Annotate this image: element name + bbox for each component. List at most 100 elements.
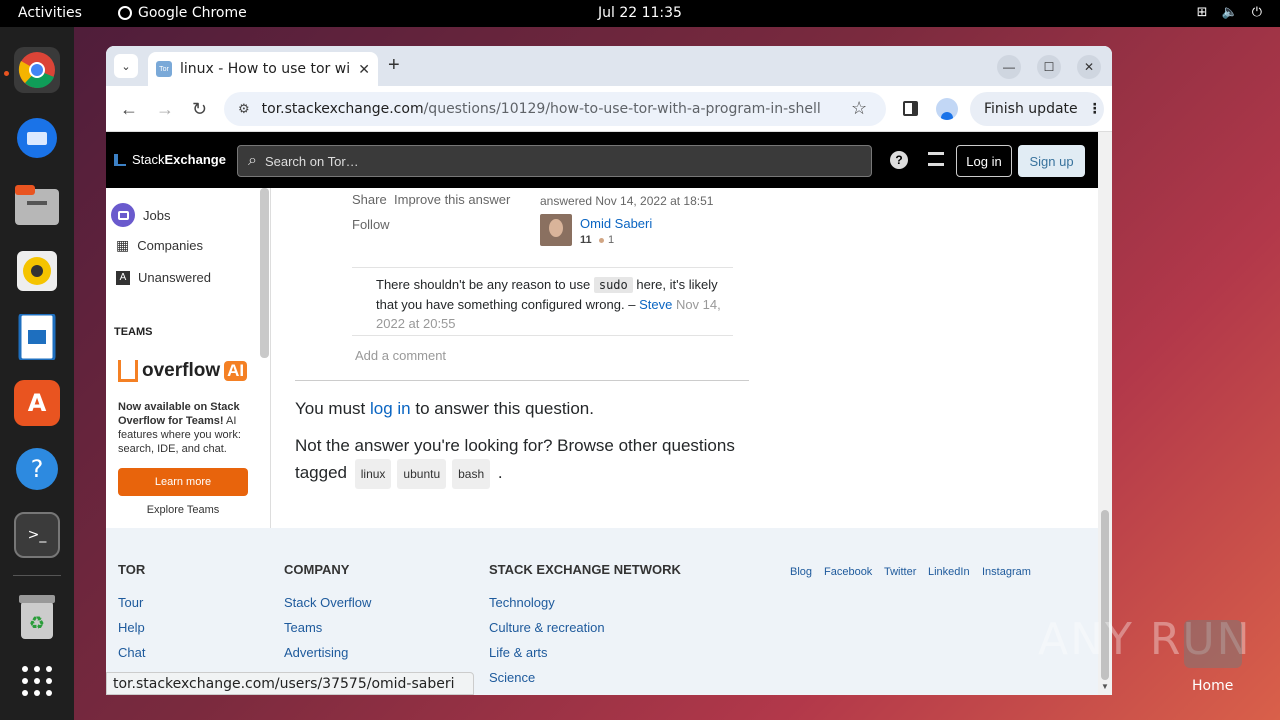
dock: A ? >_ ♻ xyxy=(0,27,74,720)
signup-button[interactable]: Sign up xyxy=(1018,145,1085,177)
app-menu[interactable]: Google Chrome xyxy=(118,5,247,21)
user-avatar[interactable] xyxy=(540,214,572,246)
stackexchange-header: StackExchange ⌕ Search on Tor… ? Log in … xyxy=(106,132,1098,188)
tab-search-button[interactable]: ⌄ xyxy=(114,54,138,78)
footer-link-stack-overflow[interactable]: Stack Overflow xyxy=(284,595,371,610)
share-link[interactable]: Share xyxy=(352,192,387,207)
chevron-down-icon: ⌄ xyxy=(121,60,131,73)
home-folder-icon[interactable] xyxy=(1184,620,1242,668)
logo-text-b: Exchange xyxy=(164,152,226,167)
chrome-icon[interactable] xyxy=(14,47,60,93)
site-switcher-icon[interactable] xyxy=(928,152,944,166)
thunderbird-icon[interactable] xyxy=(14,115,60,161)
learn-more-button[interactable]: Learn more xyxy=(118,468,248,496)
close-window-button[interactable]: ✕ xyxy=(1077,55,1101,79)
rhythmbox-icon[interactable] xyxy=(14,248,60,294)
help-circle-icon[interactable]: ? xyxy=(890,151,908,169)
footer-link-life-arts[interactable]: Life & arts xyxy=(489,645,548,660)
ai-badge: AI xyxy=(224,361,248,381)
tag-bash[interactable]: bash xyxy=(452,459,491,489)
briefcase-icon xyxy=(111,203,135,227)
kebab-menu-icon[interactable]: ⋮ xyxy=(1088,101,1102,117)
footer-link-help[interactable]: Help xyxy=(118,620,145,635)
maximize-button[interactable]: ☐ xyxy=(1037,55,1061,79)
trash-icon[interactable]: ♻ xyxy=(14,594,60,640)
search-input[interactable]: ⌕ Search on Tor… xyxy=(237,145,872,177)
comment-code: sudo xyxy=(593,277,633,293)
footer-link-culture[interactable]: Culture & recreation xyxy=(489,620,605,635)
page-content: Jobs ▦ Companies A Unanswered TEAMS over… xyxy=(106,188,1098,695)
footer-link-teams[interactable]: Teams xyxy=(284,620,322,635)
app-name: Google Chrome xyxy=(138,5,247,21)
home-desktop-label: Home xyxy=(1192,678,1234,694)
writer-icon[interactable] xyxy=(14,314,60,360)
sidebar-scrollbar[interactable] xyxy=(260,188,269,358)
improve-answer-link[interactable]: Improve this answer xyxy=(394,192,510,207)
bronze-badge-icon xyxy=(599,238,604,243)
tag-linux[interactable]: linux xyxy=(354,459,392,489)
comment-user-link[interactable]: Steve xyxy=(639,297,672,312)
footer-social-linkedin[interactable]: LinkedIn xyxy=(928,566,970,578)
footer-link-chat[interactable]: Chat xyxy=(118,645,145,660)
url-host: tor.stackexchange.com xyxy=(261,101,424,117)
login-button[interactable]: Log in xyxy=(956,145,1012,177)
footer-social-blog[interactable]: Blog xyxy=(790,566,812,578)
files-icon[interactable] xyxy=(14,182,60,228)
sidebar-item-jobs[interactable]: Jobs xyxy=(111,203,170,227)
site-info-icon[interactable]: ⚙ xyxy=(238,102,250,117)
activities-button[interactable]: Activities xyxy=(18,5,82,21)
teams-promo-text: Now available on Stack Overflow for Team… xyxy=(118,400,254,456)
reload-button[interactable]: ↻ xyxy=(192,99,207,120)
new-tab-button[interactable]: + xyxy=(388,54,400,77)
footer-link-advertising[interactable]: Advertising xyxy=(284,645,348,660)
system-tray[interactable]: ⊞ 🔈 ⏻ xyxy=(1197,5,1262,20)
terminal-icon[interactable]: >_ xyxy=(14,512,60,558)
add-comment-link[interactable]: Add a comment xyxy=(355,348,446,363)
svg-text:♻: ♻ xyxy=(29,613,45,634)
section-divider xyxy=(295,380,749,381)
logo-text-a: Stack xyxy=(132,152,165,167)
forward-button[interactable]: → xyxy=(156,99,174,120)
footer-social-twitter[interactable]: Twitter xyxy=(884,566,916,578)
stack-logo-icon xyxy=(118,360,138,382)
page-scrollbar[interactable]: ▼ xyxy=(1098,132,1112,695)
footer-link-technology[interactable]: Technology xyxy=(489,595,555,610)
dock-separator xyxy=(13,575,61,576)
finish-update-button[interactable]: Finish update ⋮ xyxy=(970,92,1104,126)
back-button[interactable]: ← xyxy=(120,99,138,120)
svg-text:?: ? xyxy=(31,455,44,483)
overflow-ai-logo: overflow AI xyxy=(118,360,248,382)
show-apps-icon[interactable] xyxy=(14,658,60,704)
explore-teams-link[interactable]: Explore Teams xyxy=(118,504,248,516)
address-bar[interactable]: ⚙ tor.stackexchange.com/questions/10129/… xyxy=(224,92,886,126)
scroll-down-arrow-icon[interactable]: ▼ xyxy=(1101,682,1109,691)
bookmark-star-icon[interactable]: ☆ xyxy=(851,98,867,119)
profile-avatar-icon[interactable] xyxy=(936,98,958,120)
tag-ubuntu[interactable]: ubuntu xyxy=(397,459,447,489)
login-link[interactable]: log in xyxy=(370,399,411,418)
footer-link-tour[interactable]: Tour xyxy=(118,595,143,610)
sidebar-item-companies[interactable]: ▦ Companies xyxy=(116,237,203,254)
active-tab[interactable]: Tor linux - How to use tor wi ✕ xyxy=(148,52,378,86)
sidebar-label-unanswered: Unanswered xyxy=(138,270,211,285)
building-icon: ▦ xyxy=(116,237,130,253)
sidebar-item-unanswered[interactable]: A Unanswered xyxy=(116,270,211,285)
search-icon: ⌕ xyxy=(248,152,257,169)
comment-divider-top xyxy=(352,267,733,268)
app-center-icon[interactable]: A xyxy=(14,380,60,426)
footer-social-facebook[interactable]: Facebook xyxy=(824,566,872,578)
sidebar-label-jobs: Jobs xyxy=(143,207,171,223)
volume-icon: 🔈 xyxy=(1221,5,1238,20)
footer-link-science[interactable]: Science xyxy=(489,670,535,685)
footer-social-instagram[interactable]: Instagram xyxy=(982,566,1031,578)
minimize-icon: — xyxy=(1003,60,1015,74)
teams-heading: TEAMS xyxy=(114,326,153,338)
user-name-link[interactable]: Omid Saberi xyxy=(580,216,652,231)
stackexchange-logo[interactable]: StackExchange xyxy=(114,152,226,167)
side-panel-icon[interactable] xyxy=(903,101,918,116)
answer-question-text: to answer this question. xyxy=(410,399,594,418)
follow-link[interactable]: Follow xyxy=(352,217,390,232)
help-icon[interactable]: ? xyxy=(14,446,60,492)
minimize-button[interactable]: — xyxy=(997,55,1021,79)
close-tab-icon[interactable]: ✕ xyxy=(358,61,370,78)
